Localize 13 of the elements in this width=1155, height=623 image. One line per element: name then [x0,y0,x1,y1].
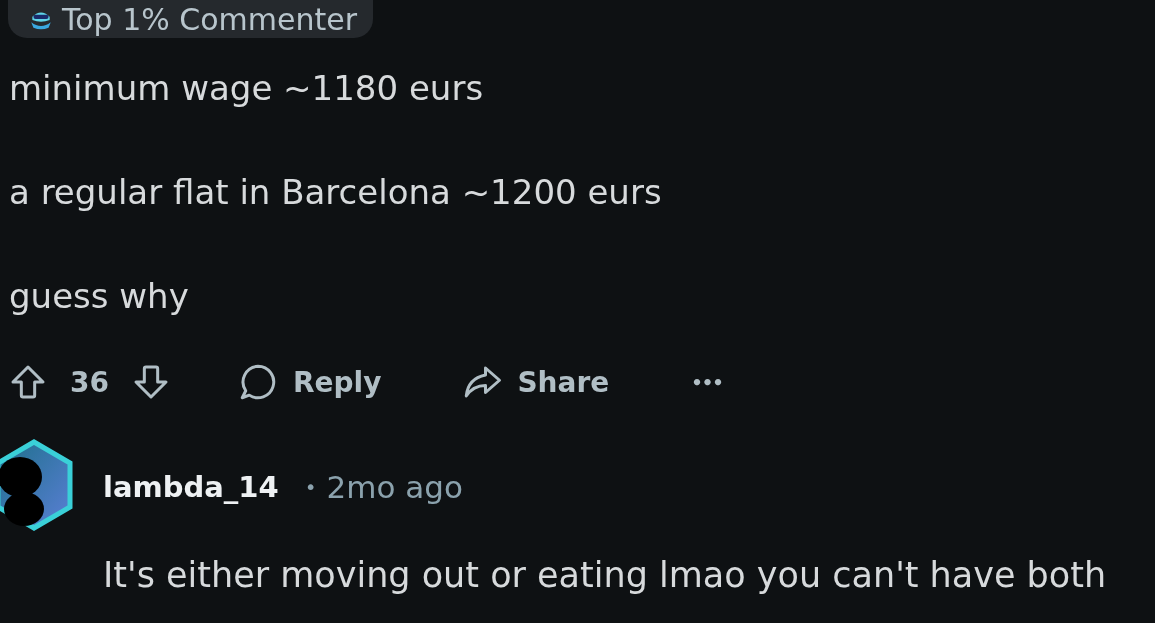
reply-text: It's either moving out or eating lmao you can't have both [103,555,1107,595]
comment-text: minimum wage ~1180 eurs [8,68,484,108]
avatar-icon[interactable] [0,439,74,531]
vote-score: 36 [70,365,109,399]
comment-text: guess why [8,276,189,316]
reply-button[interactable]: Reply [236,361,382,403]
comment-text: a regular flat in Barcelona ~1200 eurs [8,172,662,212]
separator-dot: • [304,475,317,499]
username-link[interactable]: lambda_14 [103,470,279,504]
commenter-badge: Top 1% Commenter [8,0,374,38]
share-button[interactable]: Share [461,361,610,403]
more-options-button[interactable]: ••• [691,371,723,393]
timestamp: 2mo ago [326,469,463,505]
